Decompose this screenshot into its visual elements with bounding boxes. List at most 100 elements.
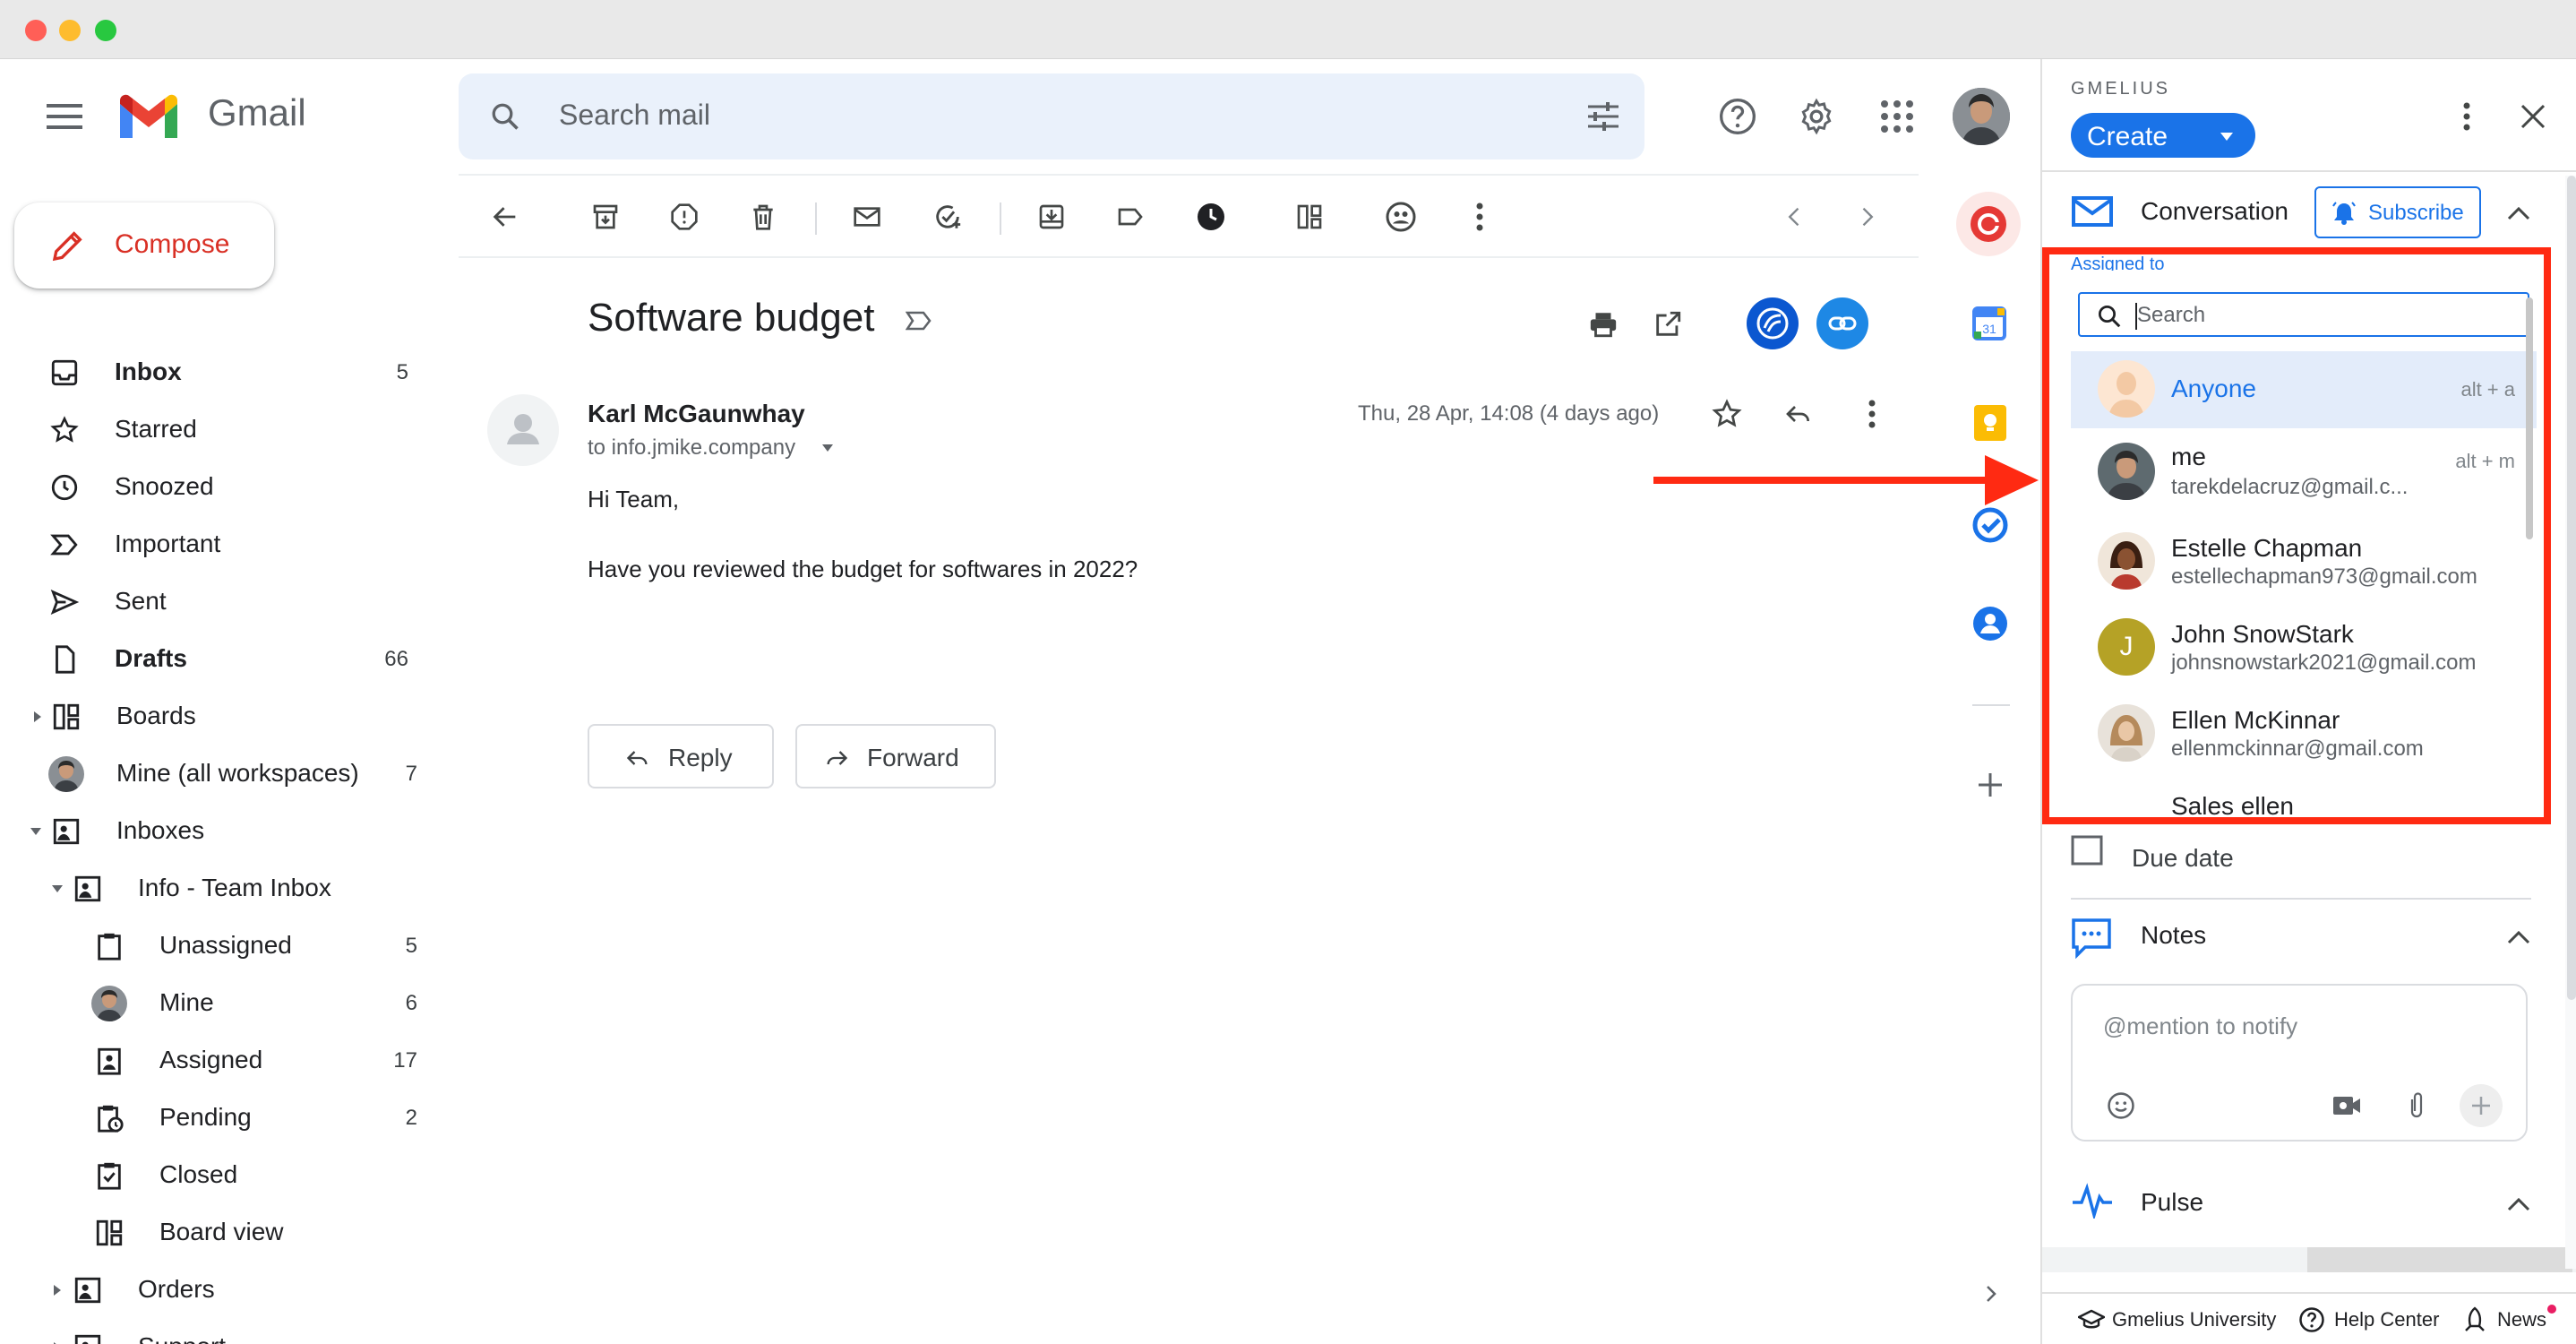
collapse-chevron-up-icon[interactable] xyxy=(2501,195,2537,231)
print-icon[interactable] xyxy=(1582,303,1625,346)
minimize-window-button[interactable] xyxy=(59,20,81,41)
svg-text:31: 31 xyxy=(1982,322,1996,336)
news-link[interactable]: News xyxy=(2497,1308,2546,1331)
video-record-icon[interactable] xyxy=(2329,1088,2365,1124)
account-avatar[interactable] xyxy=(1953,88,2010,145)
add-task-icon[interactable] xyxy=(928,197,967,237)
subscribe-label: Subscribe xyxy=(2368,201,2464,225)
sender-name[interactable]: Karl McGaunwhay xyxy=(588,400,805,428)
reply-button[interactable]: Reply xyxy=(588,724,774,788)
caret-right-icon[interactable] xyxy=(48,1281,66,1299)
archive-icon[interactable] xyxy=(586,197,625,237)
due-date-label[interactable]: Due date xyxy=(2132,844,2234,873)
board-icon[interactable] xyxy=(1290,197,1329,237)
contacts-addon-icon[interactable] xyxy=(1972,606,2008,642)
tasks-addon-icon[interactable] xyxy=(1972,507,2008,543)
search-bar[interactable]: Search mail xyxy=(459,73,1644,159)
create-button[interactable]: Create xyxy=(2071,113,2255,158)
notes-title: Notes xyxy=(2141,921,2207,949)
shared-inbox-icon xyxy=(70,871,106,907)
help-icon[interactable] xyxy=(1716,95,1759,138)
search-input[interactable]: Search mail xyxy=(559,99,710,132)
sidebar-item-support[interactable]: Support xyxy=(0,1319,430,1344)
share-link-icon[interactable] xyxy=(1816,297,1868,349)
close-window-button[interactable] xyxy=(25,20,47,41)
gmelius-university-link[interactable]: Gmelius University xyxy=(2112,1308,2276,1331)
board-icon xyxy=(91,1215,127,1251)
search-icon[interactable] xyxy=(485,97,525,136)
more-vertical-icon[interactable] xyxy=(1850,392,1893,435)
sidebar-item-label: Important xyxy=(115,530,221,557)
sidebar-item-important[interactable]: Important xyxy=(0,516,430,573)
sidebar-item-mine-all-workspaces[interactable]: Mine (all workspaces) 7 xyxy=(0,745,430,803)
important-marker-icon[interactable] xyxy=(903,305,935,337)
report-spam-icon[interactable] xyxy=(665,197,704,237)
emoji-icon[interactable] xyxy=(2103,1088,2139,1124)
close-panel-icon[interactable] xyxy=(2512,95,2555,138)
settings-gear-icon[interactable] xyxy=(1795,95,1838,138)
gmelius-faces-icon[interactable] xyxy=(1381,197,1421,237)
compose-button[interactable]: Compose xyxy=(14,202,274,289)
clipboard-icon xyxy=(91,928,127,964)
sidebar-item-info-team-inbox[interactable]: Info - Team Inbox xyxy=(0,860,430,918)
sidebar-item-starred[interactable]: Starred xyxy=(0,401,430,459)
subscribe-button[interactable]: Subscribe xyxy=(2314,186,2481,238)
newer-chevron-left-icon[interactable] xyxy=(1775,197,1815,237)
sidebar-item-closed[interactable]: Closed xyxy=(0,1147,430,1204)
gmelius-share-icon[interactable] xyxy=(1747,297,1799,349)
search-options-icon[interactable] xyxy=(1584,97,1623,136)
open-new-window-icon[interactable] xyxy=(1646,303,1689,346)
more-vertical-icon[interactable] xyxy=(2445,95,2488,138)
sidebar-item-inboxes[interactable]: Inboxes xyxy=(0,803,430,860)
sidebar-item-orders[interactable]: Orders xyxy=(0,1262,430,1319)
collapse-chevron-up-icon[interactable] xyxy=(2501,1186,2537,1222)
sidebar-item-boards[interactable]: Boards xyxy=(0,688,430,745)
help-center-link[interactable]: Help Center xyxy=(2334,1308,2439,1331)
caret-down-icon[interactable] xyxy=(27,823,45,840)
sidebar-item-mine[interactable]: Mine 6 xyxy=(0,975,430,1032)
more-vertical-icon[interactable] xyxy=(1460,197,1499,237)
keep-addon-icon[interactable] xyxy=(1974,405,2006,441)
gmelius-addon-icon[interactable] xyxy=(1956,192,2021,256)
expand-panel-chevron-icon[interactable] xyxy=(1971,1274,2010,1314)
sidebar-item-drafts[interactable]: Drafts 66 xyxy=(0,631,430,688)
reply-icon[interactable] xyxy=(1777,392,1820,435)
sidebar-item-assigned[interactable]: Assigned 17 xyxy=(0,1032,430,1090)
caret-down-icon[interactable] xyxy=(48,880,66,898)
caret-right-icon[interactable] xyxy=(48,1339,66,1344)
calendar-addon-icon[interactable]: 31 xyxy=(1972,306,2006,340)
pulse-tab-active[interactable] xyxy=(2307,1247,2572,1272)
recipient-details-chevron-icon[interactable] xyxy=(819,441,837,455)
sidebar-item-board-view[interactable]: Board view xyxy=(0,1204,430,1262)
older-chevron-right-icon[interactable] xyxy=(1847,197,1886,237)
sidebar-item-pending[interactable]: Pending 2 xyxy=(0,1090,430,1147)
important-label-icon xyxy=(47,527,82,563)
back-arrow-icon[interactable] xyxy=(485,197,525,237)
delete-trash-icon[interactable] xyxy=(743,197,783,237)
sidebar-item-unassigned[interactable]: Unassigned 5 xyxy=(0,918,430,975)
zoom-window-button[interactable] xyxy=(95,20,116,41)
main-menu-icon[interactable] xyxy=(43,95,86,138)
attachment-paperclip-icon[interactable] xyxy=(2399,1088,2434,1124)
sidebar-item-snoozed[interactable]: Snoozed xyxy=(0,459,430,516)
sidebar-item-label: Unassigned xyxy=(159,931,292,959)
divider xyxy=(459,174,1919,176)
sidebar-item-label: Snoozed xyxy=(115,472,214,500)
snooze-clock-icon[interactable] xyxy=(1191,197,1231,237)
sidebar-item-sent[interactable]: Sent xyxy=(0,573,430,631)
add-plus-icon[interactable] xyxy=(2460,1084,2503,1127)
caret-right-icon[interactable] xyxy=(29,708,47,726)
star-icon[interactable] xyxy=(1705,392,1748,435)
forward-button[interactable]: Forward xyxy=(795,724,996,788)
apps-grid-icon[interactable] xyxy=(1877,97,1917,136)
move-to-inbox-icon[interactable] xyxy=(1032,197,1071,237)
collapse-chevron-up-icon[interactable] xyxy=(2501,919,2537,955)
sidebar-item-inbox[interactable]: Inbox 5 xyxy=(0,344,430,401)
notes-textarea[interactable]: @mention to notify xyxy=(2071,984,2528,1142)
gmail-logo-icon[interactable] xyxy=(116,93,181,142)
sender-avatar[interactable] xyxy=(487,394,559,466)
mark-unread-mail-icon[interactable] xyxy=(847,197,887,237)
panel-scrollbar-thumb[interactable] xyxy=(2567,176,2576,1000)
label-tag-icon[interactable] xyxy=(1111,197,1150,237)
add-addon-plus-icon[interactable] xyxy=(1971,765,2010,805)
